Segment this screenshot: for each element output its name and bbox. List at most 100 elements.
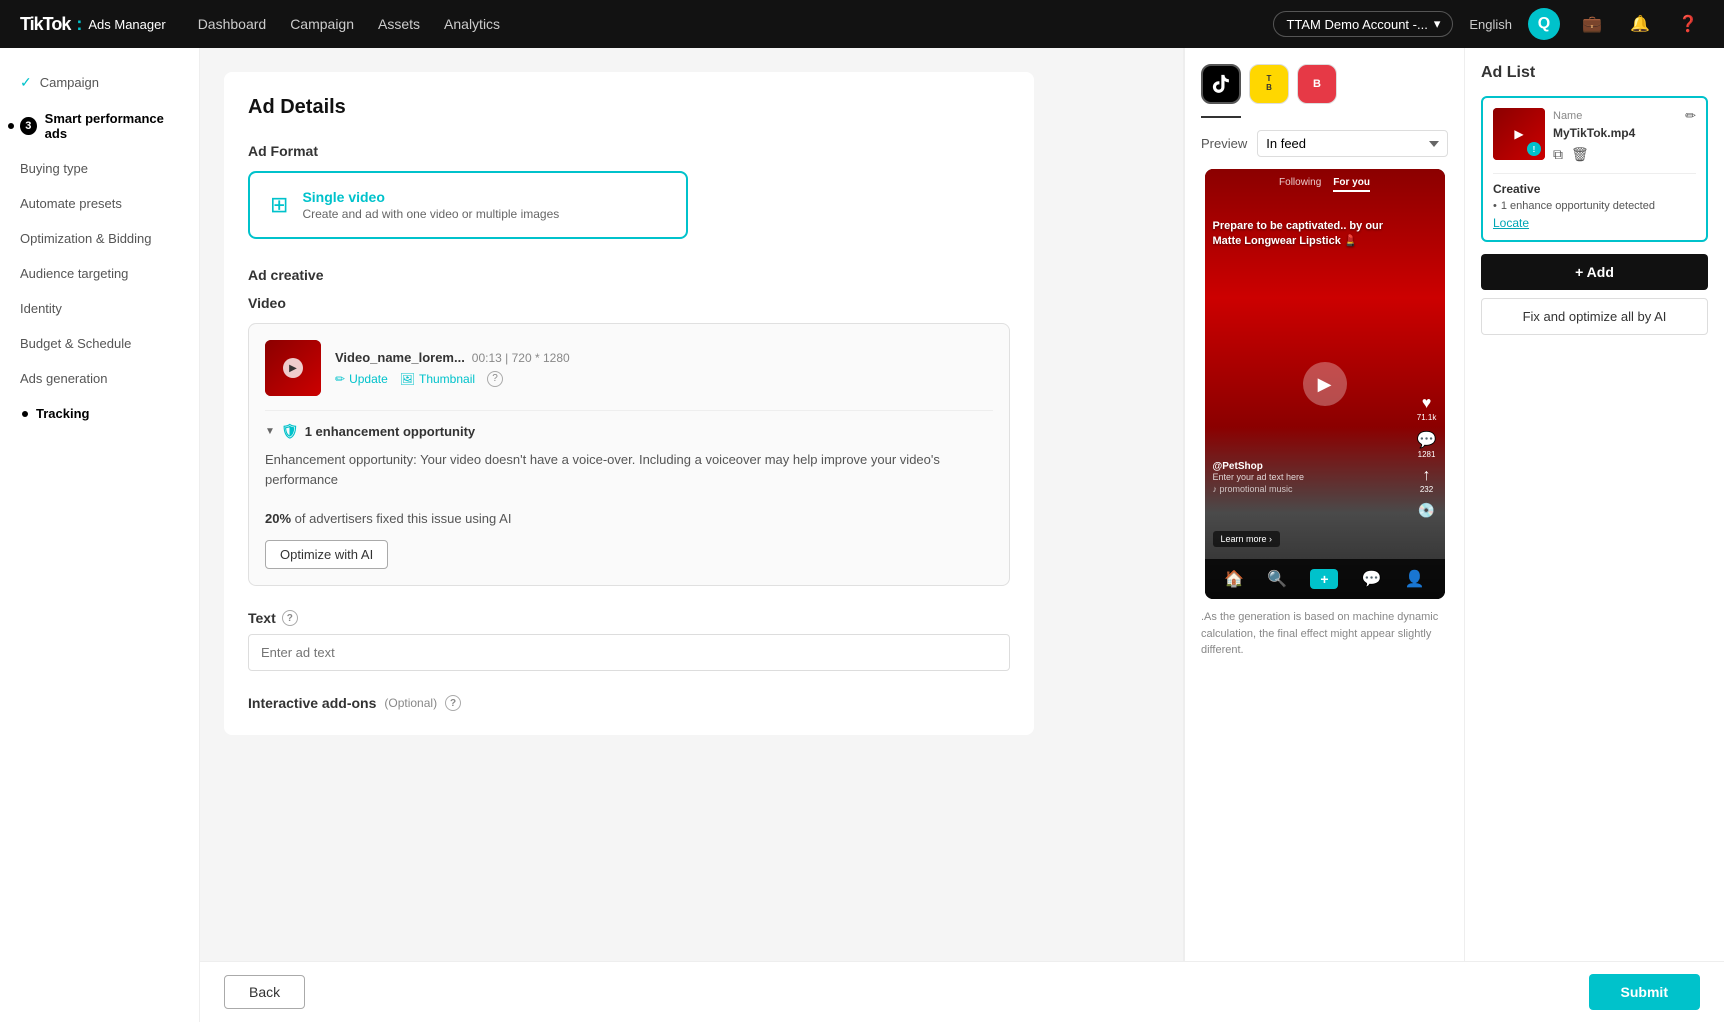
page-layout: ✓ Campaign 3 Smart performance ads Buyin… [0,48,1724,1022]
creative-opportunity: 1 enhance opportunity detected [1493,200,1696,212]
edit-icon[interactable]: ✏ [1685,108,1696,124]
text-help-icon[interactable]: ? [282,610,298,626]
sidebar-label-tracking: Tracking [36,406,89,421]
music-label: ♪ promotional music [1213,484,1305,494]
single-video-format-option[interactable]: ⊞ Single video Create and ad with one vi… [248,171,688,239]
enhancement-section: ▼ 🛡 1 enhancement opportunity Enhancemen… [265,410,993,569]
sidebar-label-ads-gen: Ads generation [20,371,107,386]
sidebar-item-optimization-bidding[interactable]: Optimization & Bidding [0,221,199,256]
sidebar-item-campaign[interactable]: ✓ Campaign [0,64,199,101]
sidebar-label-audience: Audience targeting [20,266,128,281]
sidebar-item-automate-presets[interactable]: Automate presets [0,186,199,221]
feed-type-select[interactable]: In feed For you Following [1257,130,1448,157]
ad-item-thumbnail: ▶ ! [1493,108,1545,160]
briefcase-icon[interactable]: 💼 [1576,8,1608,40]
following-tab: Following [1279,177,1321,192]
likes-count: 71.1k [1417,413,1437,422]
format-title: Single video [302,189,559,205]
text-section: Text ? [248,610,1010,671]
video-thumbnail: ▶ [265,340,321,396]
nav-dashboard[interactable]: Dashboard [198,16,267,32]
sidebar-item-audience-targeting[interactable]: Audience targeting [0,256,199,291]
ad-format-section: Ad Format ⊞ Single video Create and ad w… [248,143,1010,239]
comment-icon: 💬 [1417,430,1437,450]
enhance-badge: ! [1527,142,1541,156]
sidebar-label-smart-ads: Smart performance ads [45,111,179,141]
language-selector[interactable]: English [1469,17,1512,32]
phone-heart-action: ♥ 71.1k [1417,395,1437,422]
sidebar-item-buying-type[interactable]: Buying type [0,151,199,186]
image-icon: 🖼 [400,372,415,386]
page-title: Ad Details [248,96,1010,119]
enhancement-toggle[interactable]: ▼ 🛡 1 enhancement opportunity [265,423,993,440]
shares-count: 232 [1420,485,1433,494]
platform-icons: TB B [1201,64,1448,104]
bell-icon[interactable]: 🔔 [1624,8,1656,40]
user-avatar[interactable]: Q [1528,8,1560,40]
help-icon[interactable]: ❓ [1672,8,1704,40]
sidebar-item-identity[interactable]: Identity [0,291,199,326]
add-ad-button[interactable]: + Add [1481,254,1708,290]
ad-item-info: Name ✏ MyTikTok.mp4 ⧉ 🗑 [1553,108,1696,163]
nav-analytics[interactable]: Analytics [444,16,500,32]
ad-item-filename: MyTikTok.mp4 [1553,126,1696,140]
share-icon: ↑ [1420,467,1433,485]
brand-name: @PetShop [1213,461,1305,472]
nav-assets[interactable]: Assets [378,16,420,32]
ad-list-title: Ad List [1481,64,1708,82]
right-panels: TB B Preview In feed For you Following [1183,48,1724,1022]
video-info-row: ▶ Video_name_lorem... 00:13 | 720 * 1280… [265,340,993,396]
video-help-icon[interactable]: ? [487,371,503,387]
fix-optimize-all-button[interactable]: Fix and optimize all by AI [1481,298,1708,335]
sidebar-label-identity: Identity [20,301,62,316]
back-button[interactable]: Back [224,975,305,1009]
ad-item-actions: ⧉ 🗑 [1553,146,1696,163]
babe-platform-icon[interactable]: B [1297,64,1337,104]
phone-play-button[interactable]: ▶ [1303,362,1347,406]
nav-campaign[interactable]: Campaign [290,16,354,32]
phone-comment-action: 💬 1281 [1417,430,1437,459]
enhancement-stat-label: of advertisers fixed this issue using AI [295,511,512,526]
addons-help-icon[interactable]: ? [445,695,461,711]
phone-screen: Following For you Prepare to be captivat… [1205,169,1445,599]
product-name: Ads Manager [88,17,165,32]
preview-select-row: Preview In feed For you Following [1201,130,1448,157]
sidebar-label-campaign: Campaign [40,75,99,90]
selected-indicator [1201,116,1241,118]
update-video-button[interactable]: ✏ Update [335,371,388,387]
addons-label: Interactive add-ons (Optional) ? [248,695,1010,711]
enhancement-stat-percent: 20% [265,511,291,526]
submit-button[interactable]: Submit [1589,974,1700,1010]
ad-text-input[interactable] [248,634,1010,671]
check-icon: ✓ [20,74,32,91]
account-selector[interactable]: TTAM Demo Account -... ▾ [1273,11,1453,37]
video-name: Video_name_lorem... 00:13 | 720 * 1280 [335,350,993,365]
tiktok-wordmark: TikTok [20,14,70,35]
topbuzz-platform-icon[interactable]: TB [1249,64,1289,104]
locate-link[interactable]: Locate [1493,216,1696,230]
delete-icon[interactable]: 🗑 [1571,146,1589,163]
sidebar-item-tracking[interactable]: Tracking [0,396,199,431]
sidebar-item-ads-generation[interactable]: Ads generation [0,361,199,396]
thumbnail-button[interactable]: 🖼 Thumbnail [400,371,475,387]
video-card: ▶ Video_name_lorem... 00:13 | 720 * 1280… [248,323,1010,586]
preview-label: Preview [1201,136,1247,151]
addons-section: Interactive add-ons (Optional) ? [248,695,1010,711]
ad-item-name-row: Name ✏ [1553,108,1696,124]
pencil-icon: ✏ [335,372,345,386]
format-description: Create and ad with one video or multiple… [302,207,559,221]
optimize-with-ai-button[interactable]: Optimize with AI [265,540,388,569]
phone-mockup: Following For you Prepare to be captivat… [1205,169,1445,599]
format-info: Single video Create and ad with one vide… [302,189,559,221]
sidebar: ✓ Campaign 3 Smart performance ads Buyin… [0,48,200,1022]
play-icon: ▶ [283,358,303,378]
preview-note: .As the generation is based on machine d… [1201,609,1448,659]
sidebar-item-budget-schedule[interactable]: Budget & Schedule [0,326,199,361]
inbox-icon: 💬 [1362,569,1382,589]
sidebar-item-smart-performance-ads[interactable]: 3 Smart performance ads [0,101,199,151]
profile-icon: 👤 [1405,569,1425,589]
phone-share-action: ↑ 232 [1420,467,1433,494]
copy-icon[interactable]: ⧉ [1553,146,1563,163]
comments-count: 1281 [1417,450,1437,459]
tiktok-platform-icon[interactable] [1201,64,1241,104]
